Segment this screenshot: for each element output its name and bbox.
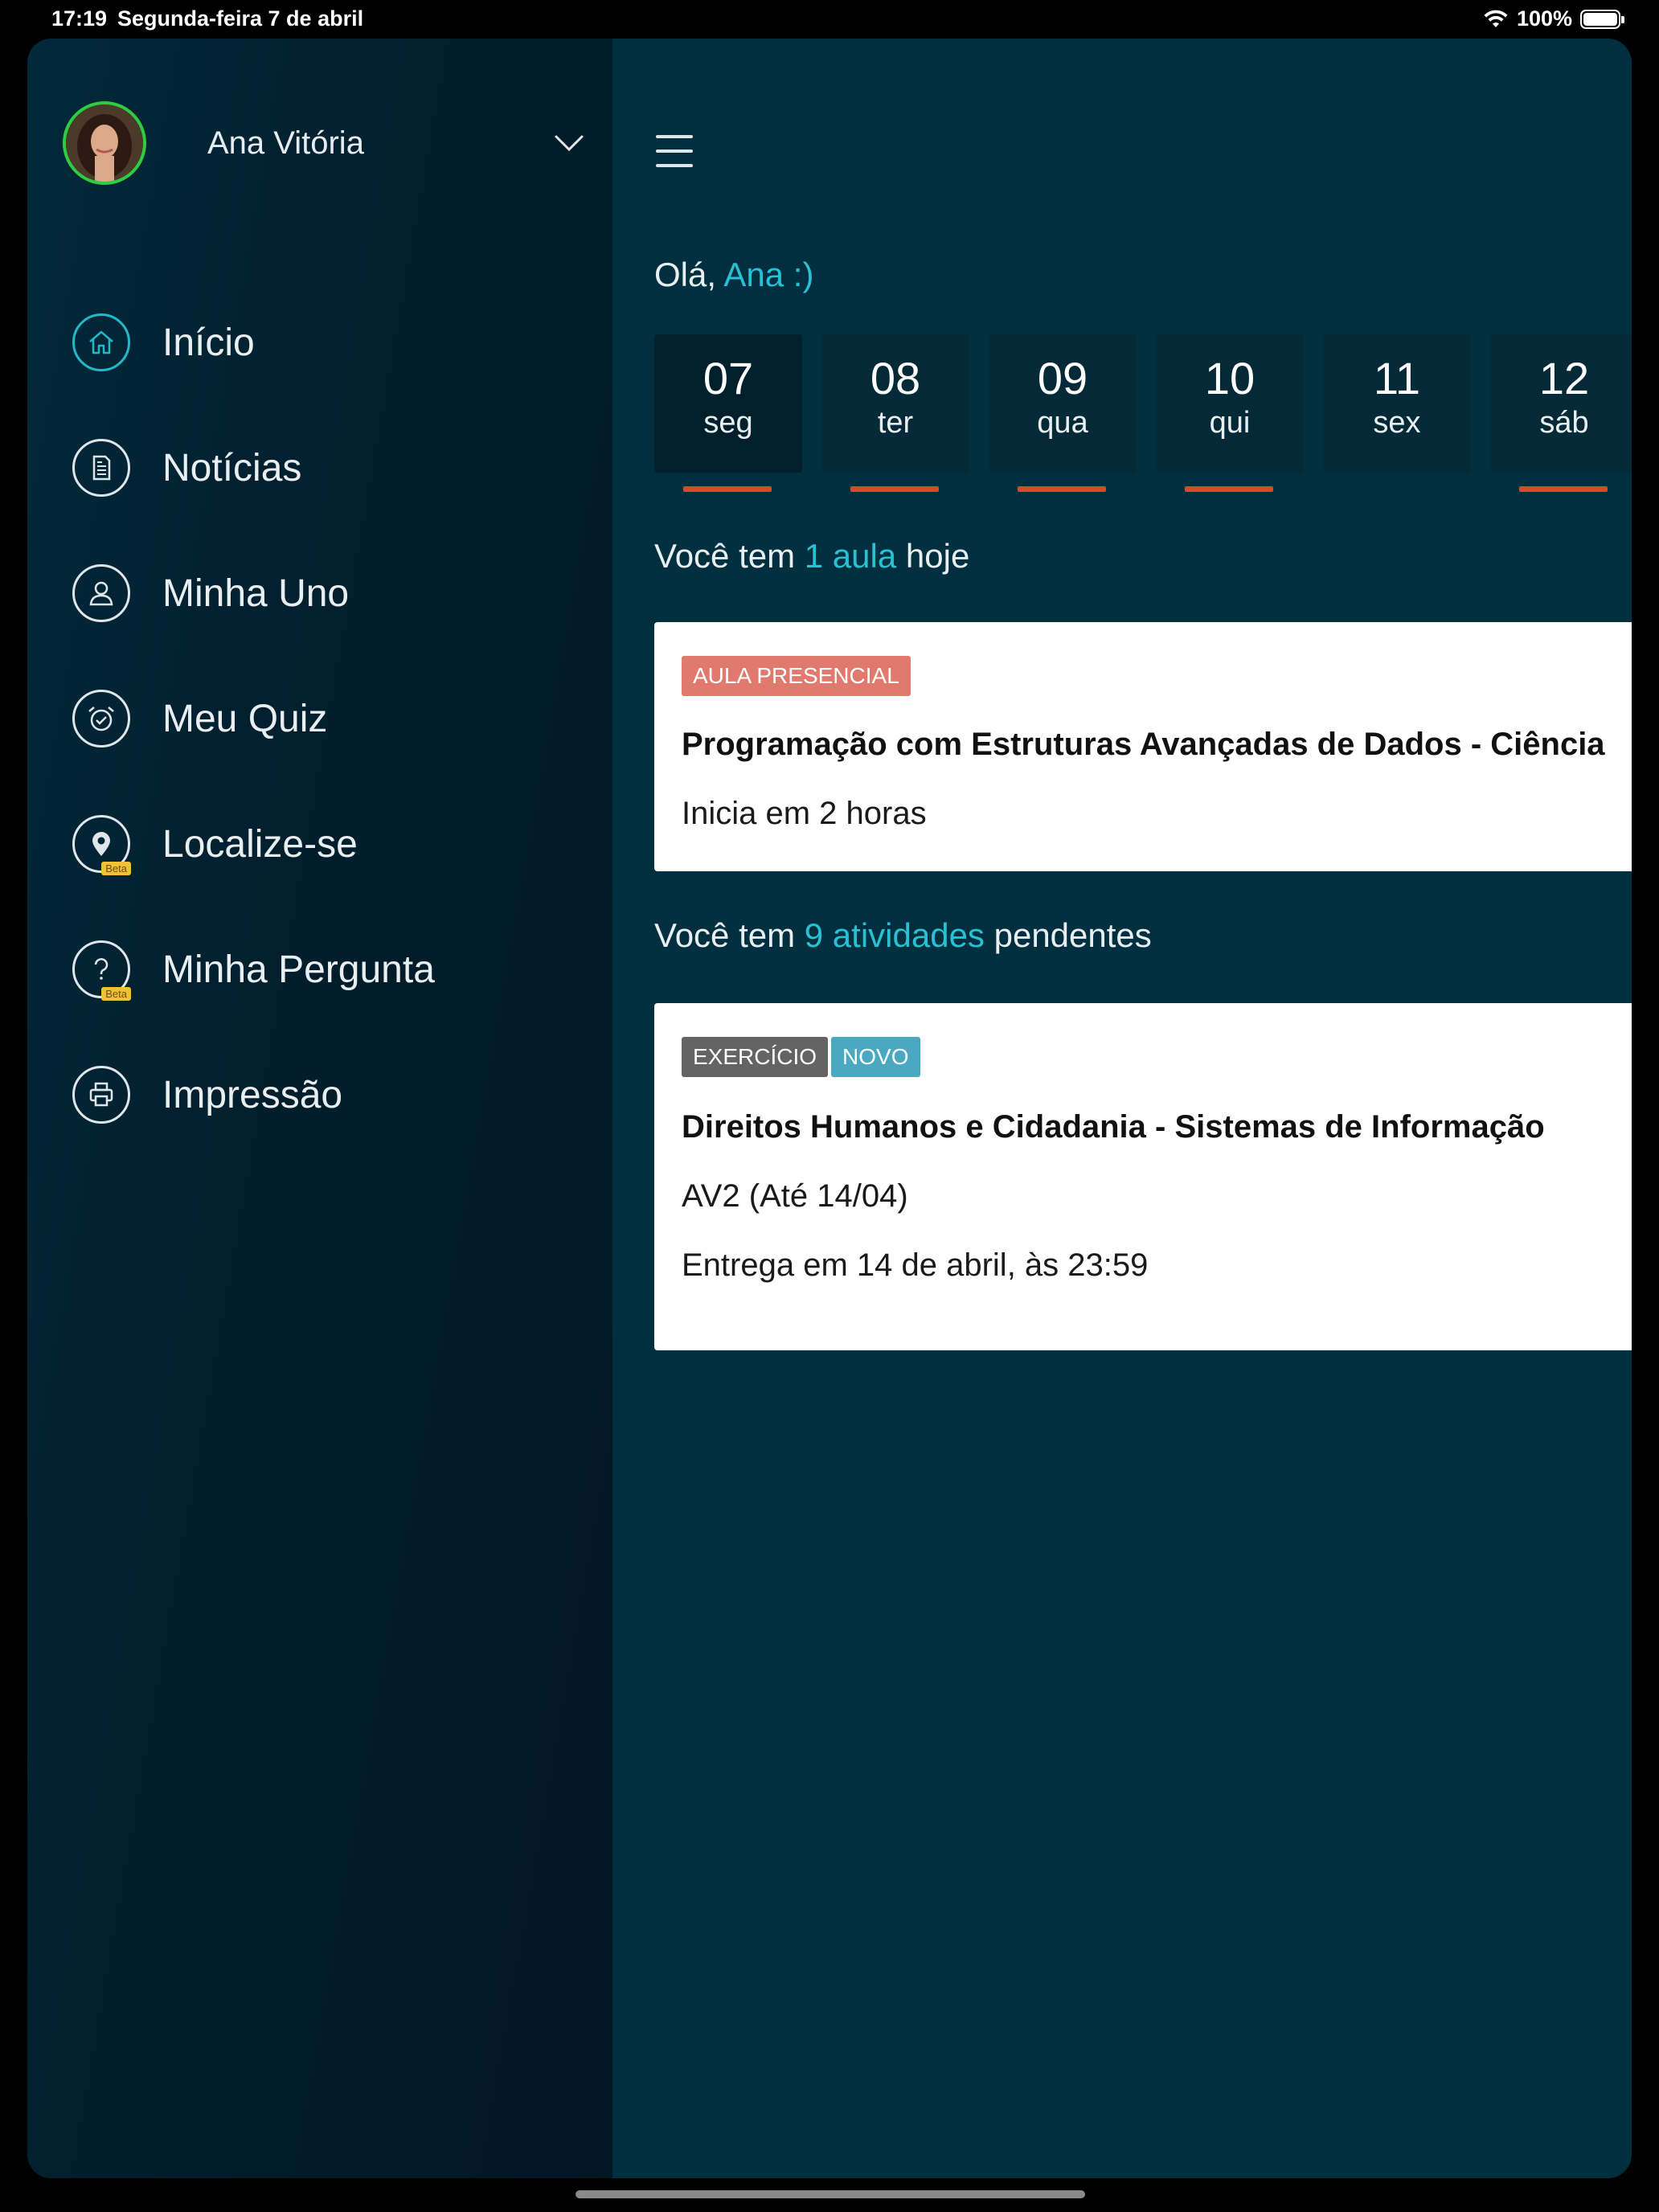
tag-aula-presencial: AULA PRESENCIAL [682, 656, 911, 696]
class-title: Programação com Estruturas Avançadas de … [682, 727, 1605, 762]
main-content: Olá, Ana :) 07 seg 08 ter 09 qua 10 qui [612, 39, 1632, 2178]
sidebar-item-label: Início [162, 321, 255, 364]
activities-count[interactable]: 9 atividades [805, 916, 985, 954]
class-card[interactable]: AULA PRESENCIAL Programação com Estrutur… [654, 622, 1632, 871]
day-number: 11 [1373, 353, 1421, 403]
day-name: sex [1373, 406, 1421, 440]
status-bar: 17:19 Segunda-feira 7 de abril 100% [0, 0, 1659, 37]
activity-title: Direitos Humanos e Cidadania - Sistemas … [682, 1109, 1545, 1145]
sidebar-item-inicio[interactable]: Início [72, 280, 587, 405]
profile-switcher[interactable]: Ana Vitória [63, 101, 585, 185]
news-icon [72, 439, 130, 497]
day-tile[interactable]: 10 qui [1156, 334, 1304, 492]
event-indicator [1185, 486, 1273, 492]
event-indicator [1018, 486, 1106, 492]
chevron-down-icon[interactable] [553, 127, 585, 159]
greeting-prefix: Olá, [654, 256, 717, 293]
tag-novo: NOVO [831, 1037, 920, 1077]
classes-count[interactable]: 1 aula [805, 537, 896, 575]
day-tile[interactable]: 11 sex [1323, 334, 1471, 473]
activity-card[interactable]: EXERCÍCIO NOVO Direitos Humanos e Cidadan… [654, 1003, 1632, 1350]
day-name: seg [703, 406, 753, 440]
sidebar-item-minha-uno[interactable]: Minha Uno [72, 530, 587, 656]
event-indicator [850, 486, 939, 492]
day-number: 07 [703, 353, 754, 403]
sidebar-item-minha-pergunta[interactable]: Beta Minha Pergunta [72, 907, 587, 1032]
sidebar-item-label: Minha Uno [162, 571, 350, 615]
sidebar-item-label: Meu Quiz [162, 697, 328, 740]
event-indicator [683, 486, 772, 492]
sidebar-item-impressao[interactable]: Impressão [72, 1032, 587, 1157]
question-icon: Beta [72, 940, 131, 1001]
sidebar-item-label: Minha Pergunta [162, 948, 435, 991]
tag-exercicio: EXERCÍCIO [682, 1037, 829, 1077]
class-start-time: Inicia em 2 horas [682, 796, 927, 831]
day-tile[interactable]: 07 seg [654, 334, 802, 492]
day-name: ter [877, 406, 914, 440]
sidebar-item-label: Localize-se [162, 822, 358, 866]
beta-badge: Beta [101, 987, 131, 1001]
sidebar-nav: Início Notícias Minha Uno Meu Quiz Beta … [72, 280, 587, 1157]
avatar [63, 101, 146, 185]
beta-badge: Beta [101, 862, 131, 875]
classes-suffix: hoje [905, 537, 970, 575]
status-date: Segunda-feira 7 de abril [117, 6, 364, 31]
sidebar-item-localize-se[interactable]: Beta Localize-se [72, 781, 587, 907]
day-tile[interactable]: 08 ter [821, 334, 969, 492]
day-name: qui [1209, 406, 1251, 440]
week-day-strip: 07 seg 08 ter 09 qua 10 qui 11 sex 12 sá… [654, 334, 1632, 495]
classes-prefix: Você tem [654, 537, 796, 575]
day-name: qua [1037, 406, 1088, 440]
status-time: 17:19 [51, 6, 108, 31]
sidebar-item-label: Notícias [162, 446, 302, 490]
card-tags: AULA PRESENCIAL [682, 656, 914, 696]
app-window: Ana Vitória Início Notícias Minha Uno Me… [27, 39, 1632, 2178]
activity-subtitle: AV2 (Até 14/04) [682, 1178, 908, 1214]
alarm-check-icon [72, 690, 130, 748]
location-pin-icon: Beta [72, 815, 131, 875]
day-number: 12 [1538, 353, 1590, 403]
event-indicator [1519, 486, 1608, 492]
day-tile[interactable]: 09 qua [989, 334, 1137, 492]
day-number: 09 [1037, 353, 1088, 403]
activity-deadline: Entrega em 14 de abril, às 23:59 [682, 1247, 1149, 1283]
sidebar-item-label: Impressão [162, 1073, 343, 1116]
sidebar-item-noticias[interactable]: Notícias [72, 405, 587, 530]
day-tile[interactable]: 12 sáb [1490, 334, 1632, 492]
classes-heading: Você tem 1 aula hoje [654, 537, 969, 576]
wifi-icon [1484, 10, 1508, 27]
home-indicator[interactable] [576, 2190, 1085, 2198]
day-number: 10 [1204, 353, 1256, 403]
status-indicators: 100% [1483, 6, 1624, 31]
greeting-name: Ana :) [723, 256, 814, 293]
sidebar-item-meu-quiz[interactable]: Meu Quiz [72, 656, 587, 781]
sidebar: Ana Vitória Início Notícias Minha Uno Me… [27, 39, 612, 2178]
day-name: sáb [1539, 406, 1589, 440]
activities-prefix: Você tem [654, 916, 796, 954]
hamburger-menu-icon[interactable] [656, 135, 693, 167]
home-icon [72, 313, 130, 371]
battery-percent: 100% [1516, 6, 1572, 31]
greeting: Olá, Ana :) [654, 256, 813, 294]
battery-icon [1580, 9, 1624, 29]
user-name: Ana Vitória [207, 125, 364, 161]
activities-heading: Você tem 9 atividades pendentes [654, 916, 1152, 955]
day-number: 08 [870, 353, 921, 403]
printer-icon [72, 1066, 130, 1124]
activities-suffix: pendentes [993, 916, 1152, 954]
user-icon [72, 564, 130, 622]
card-tags: EXERCÍCIO NOVO [682, 1037, 924, 1077]
